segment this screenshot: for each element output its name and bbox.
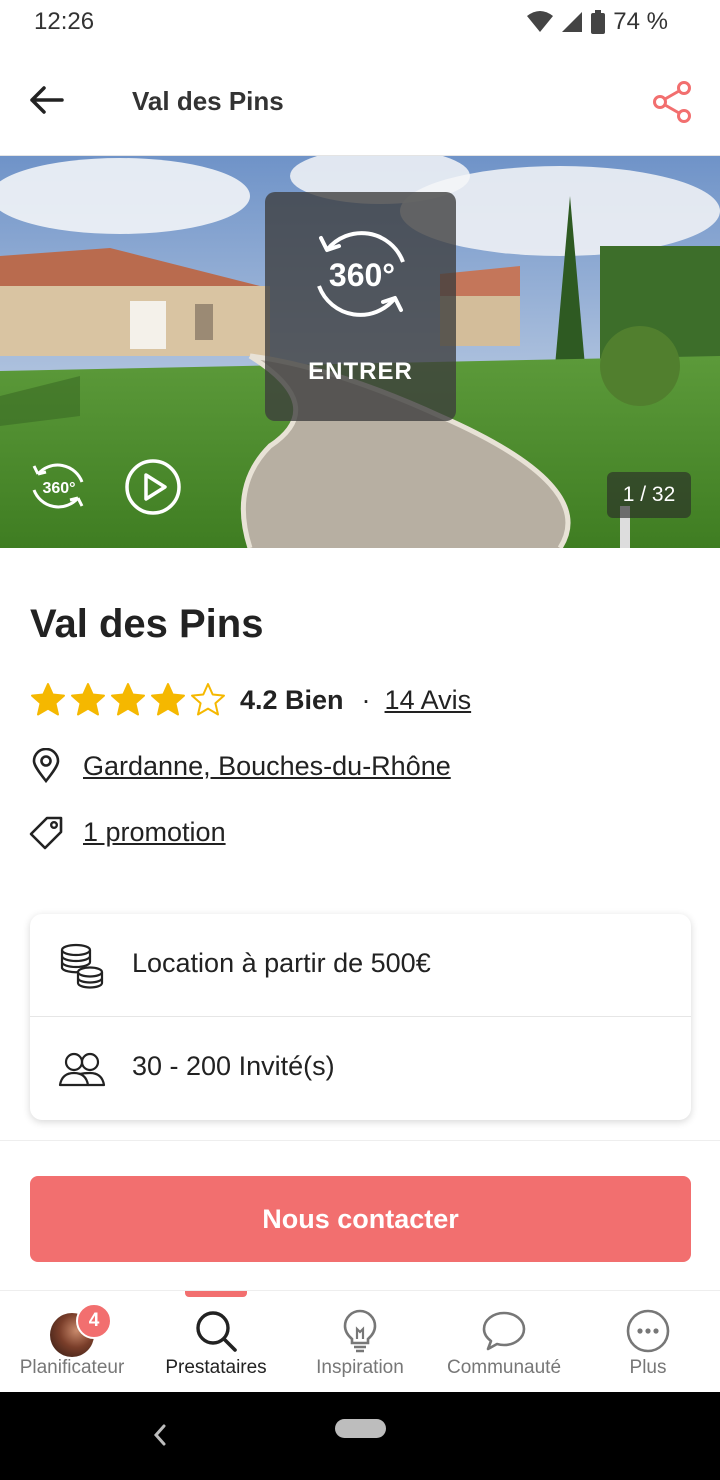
nav-label-planificateur: Planificateur [19, 1357, 125, 1378]
play-icon [125, 459, 181, 515]
nav-label-inspiration: Inspiration [316, 1357, 404, 1378]
status-bar: 12:26 74 % [0, 0, 720, 48]
virtual-tour-button[interactable]: 360° ENTRER [265, 192, 456, 421]
share-button[interactable] [652, 80, 696, 124]
back-button[interactable] [24, 78, 68, 122]
location-link[interactable]: Gardanne, Bouches-du-Rhône [83, 751, 451, 782]
promotion-link[interactable]: 1 promotion [83, 817, 226, 848]
system-navigation-bar [0, 1392, 720, 1480]
lightbulb-icon [343, 1309, 377, 1353]
price-row: Location à partir de 500€ [30, 914, 691, 1017]
guests-text: 30 - 200 Invité(s) [132, 1051, 335, 1081]
coins-icon [60, 943, 104, 989]
share-icon [653, 81, 691, 123]
details-card: Location à partir de 500€ 30 - 200 Invit… [30, 914, 691, 1120]
cell-signal-icon [562, 12, 583, 32]
rating-value: 4.2 Bien [240, 684, 344, 715]
wifi-icon [527, 11, 554, 32]
star-empty-icon [191, 683, 225, 716]
arrow-left-icon [30, 86, 64, 114]
contact-button[interactable]: Nous contacter [30, 1176, 691, 1262]
tour-enter-label: ENTRER [308, 358, 413, 385]
star-filled-icon [111, 683, 145, 716]
video-play-button[interactable] [124, 458, 182, 516]
notification-badge: 4 [76, 1303, 112, 1339]
star-filled-icon [71, 683, 105, 716]
system-back-icon[interactable] [148, 1420, 172, 1450]
360-tour-icon: 360° [317, 231, 405, 317]
search-icon [196, 1311, 237, 1352]
more-icon [626, 1309, 670, 1353]
nav-inspiration[interactable]: Inspiration [288, 1291, 432, 1393]
page-title: Val des Pins [132, 86, 284, 116]
battery-percent: 74 % [613, 8, 668, 35]
location-pin-icon [32, 748, 60, 784]
chat-bubble-icon [482, 1311, 526, 1351]
nav-label-prestataires: Prestataires [165, 1357, 267, 1378]
rating-separator: · [361, 684, 371, 715]
small-360-text: 360° [42, 480, 75, 497]
status-icons: 74 % [527, 8, 668, 36]
location-row[interactable]: Gardanne, Bouches-du-Rhône [28, 748, 451, 784]
nav-communaute[interactable]: Communauté [432, 1291, 576, 1393]
tour-badge-text: 360° [329, 257, 395, 293]
nav-plus[interactable]: Plus [576, 1291, 720, 1393]
photo-counter: 1 / 32 [607, 472, 691, 518]
reviews-link[interactable]: 14 Avis [385, 685, 472, 716]
venue-photo-gallery[interactable]: 360° ENTRER 360° 1 / 32 [0, 156, 720, 548]
guests-row: 30 - 200 Invité(s) [30, 1017, 691, 1120]
nav-prestataires[interactable]: Prestataires [144, 1291, 288, 1393]
nav-label-communaute: Communauté [446, 1357, 562, 1378]
nav-label-plus: Plus [629, 1357, 667, 1378]
tag-icon [29, 816, 63, 850]
star-filled-icon [31, 683, 65, 716]
venue-name: Val des Pins [30, 602, 264, 646]
hero-360-button[interactable]: 360° [28, 456, 88, 516]
system-home-pill[interactable] [335, 1419, 386, 1438]
cta-area: Nous contacter [0, 1140, 720, 1290]
nav-planificateur[interactable]: 4 Planificateur [0, 1291, 144, 1393]
star-filled-icon [151, 683, 185, 716]
battery-icon [591, 10, 606, 34]
rating-row: 4.2 Bien · 14 Avis [30, 680, 471, 720]
promotion-row[interactable]: 1 promotion [28, 814, 226, 850]
star-rating [30, 682, 226, 718]
bottom-nav: 4 Planificateur Prestataires Inspiration… [0, 1290, 720, 1392]
status-time: 12:26 [34, 8, 95, 35]
guests-icon [58, 1052, 106, 1087]
app-bar: Val des Pins [0, 48, 720, 156]
360-icon: 360° [32, 463, 84, 509]
price-text: Location à partir de 500€ [132, 948, 431, 978]
